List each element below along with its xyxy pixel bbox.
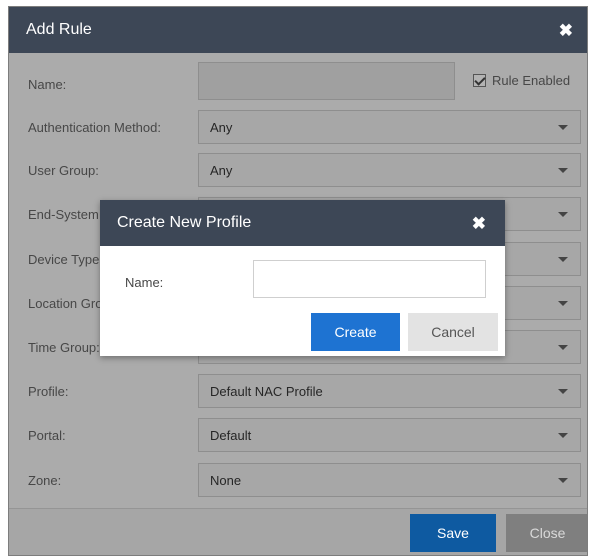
caret-down-icon bbox=[558, 301, 568, 306]
authentication-method-label: Authentication Method: bbox=[28, 120, 161, 135]
user-group-select[interactable]: Any bbox=[198, 153, 581, 187]
modal-close-icon[interactable]: ✖ bbox=[472, 215, 486, 232]
zone-value: None bbox=[210, 473, 242, 488]
dialog-title: Add Rule bbox=[26, 21, 92, 38]
cancel-button[interactable]: Cancel bbox=[408, 313, 498, 351]
dialog-footer: Save Close bbox=[9, 508, 587, 555]
time-group-label: Time Group: bbox=[28, 340, 100, 355]
name-label: Name: bbox=[28, 77, 67, 92]
profile-value: Default NAC Profile bbox=[210, 384, 323, 399]
user-group-value: Any bbox=[210, 163, 233, 178]
profile-name-label: Name: bbox=[125, 275, 164, 290]
rule-enabled-label: Rule Enabled bbox=[492, 73, 571, 88]
device-type-label: Device Type: bbox=[28, 252, 103, 267]
create-profile-modal: Create New Profile ✖ Name: Create Cancel bbox=[100, 200, 505, 356]
close-button[interactable]: Close bbox=[506, 514, 587, 552]
caret-down-icon bbox=[558, 345, 568, 350]
caret-down-icon bbox=[558, 257, 568, 262]
rule-name-input[interactable] bbox=[198, 62, 455, 100]
zone-label: Zone: bbox=[28, 473, 62, 488]
create-button[interactable]: Create bbox=[311, 313, 400, 351]
authentication-method-value: Any bbox=[210, 120, 233, 135]
authentication-method-select[interactable]: Any bbox=[198, 110, 581, 144]
modal-title: Create New Profile bbox=[117, 214, 252, 231]
dialog-close-icon[interactable]: ✖ bbox=[559, 22, 573, 39]
rule-enabled-checkbox[interactable]: Rule Enabled bbox=[473, 73, 570, 88]
save-button[interactable]: Save bbox=[410, 514, 496, 552]
caret-down-icon bbox=[558, 212, 568, 217]
portal-label: Portal: bbox=[28, 428, 66, 443]
profile-label: Profile: bbox=[28, 384, 69, 399]
caret-down-icon bbox=[558, 433, 568, 438]
caret-down-icon bbox=[558, 125, 568, 130]
user-group-label: User Group: bbox=[28, 163, 99, 178]
portal-value: Default bbox=[210, 428, 252, 443]
caret-down-icon bbox=[558, 389, 568, 394]
portal-select[interactable]: Default bbox=[198, 418, 581, 452]
dialog-header: Add Rule ✖ bbox=[9, 7, 587, 53]
caret-down-icon bbox=[558, 478, 568, 483]
profile-select[interactable]: Default NAC Profile bbox=[198, 374, 581, 408]
checkbox-icon[interactable] bbox=[473, 74, 486, 87]
zone-select[interactable]: None bbox=[198, 463, 581, 497]
caret-down-icon bbox=[558, 168, 568, 173]
modal-header: Create New Profile ✖ bbox=[100, 200, 505, 246]
profile-name-input[interactable] bbox=[253, 260, 486, 298]
